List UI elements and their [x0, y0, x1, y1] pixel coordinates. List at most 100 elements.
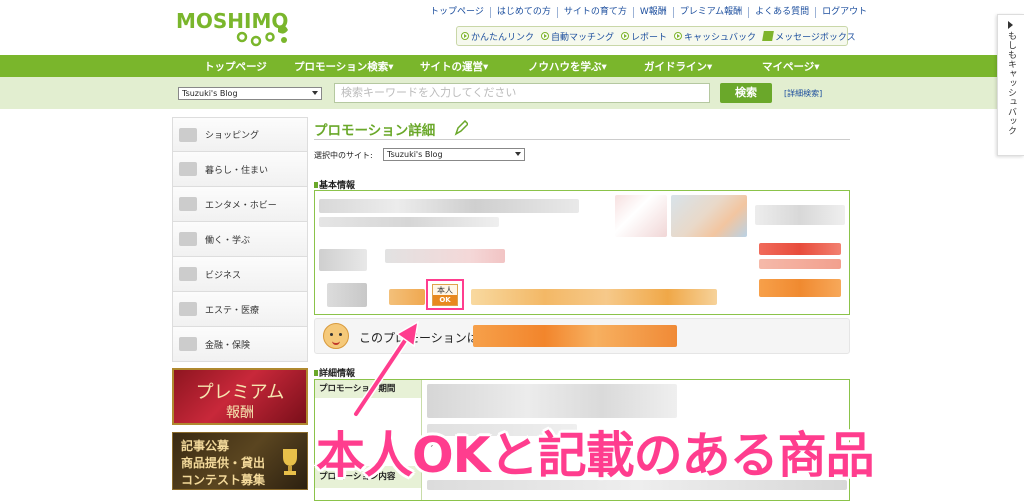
quick-link-label: かんたんリンク — [471, 32, 535, 43]
blurred-content — [319, 217, 499, 227]
page-title: プロモーション詳細 — [314, 123, 436, 139]
desk-icon — [179, 232, 197, 246]
nav-knowhow[interactable]: ノウハウを学ぶ▾ — [528, 59, 607, 74]
blurred-content — [759, 279, 841, 297]
moshimo-logo[interactable]: MOSHIMO — [174, 6, 299, 50]
title-divider — [314, 139, 850, 140]
banner-line: コンテスト募集 — [181, 473, 266, 487]
quick-link-label: レポート — [631, 32, 668, 43]
nav-site-management[interactable]: サイトの運営▾ — [420, 59, 488, 74]
notice-text: このプロモーションは — [359, 331, 479, 345]
top-links: トップページ はじめての方 サイトの育て方 W報酬 プレミアム報酬 よくある質問… — [424, 7, 873, 18]
category-shopping[interactable]: ショッピング — [172, 117, 308, 152]
category-label: 働く・学ぶ — [205, 235, 251, 246]
category-finance[interactable]: 金融・保険 — [172, 327, 308, 362]
honnin-ok-badge: 本人 OK — [432, 284, 458, 306]
blurred-content — [615, 195, 667, 237]
category-entertainment[interactable]: エンタメ・ホビー — [172, 187, 308, 222]
briefcase-icon — [179, 267, 197, 281]
search-bar: Tsuzuki's Blog 検索キーワードを入力してください 検索 [詳細検索… — [0, 77, 1024, 109]
badge-bottom: OK — [433, 295, 457, 305]
honnin-ok-badge-highlight: 本人 OK — [426, 279, 464, 310]
header: MOSHIMO トップページ はじめての方 サイトの育て方 W報酬 プレミアム報… — [0, 0, 1024, 55]
category-label: ビジネス — [205, 270, 242, 281]
quick-link-label: 自動マッチング — [551, 32, 615, 43]
detail-info-heading: 詳細情報 — [314, 366, 355, 379]
category-label: 暮らし・住まい — [205, 165, 269, 176]
mascot-face-icon — [323, 323, 349, 349]
play-icon — [621, 32, 630, 40]
cashback-side-tab[interactable]: もしもキャッシュバック — [997, 14, 1024, 156]
banner-line: 記事公募 — [181, 439, 230, 453]
category-label: エステ・医療 — [205, 305, 260, 316]
selected-site-value: Tsuzuki's Blog — [387, 150, 443, 159]
cart-icon — [179, 127, 197, 142]
global-nav: トップページ プロモーション検索▾ サイトの運営▾ ノウハウを学ぶ▾ ガイドライ… — [0, 55, 1024, 77]
quick-link-messages[interactable]: メッセージボックス — [762, 30, 856, 43]
quick-link-cashback[interactable]: キャッシュバック — [674, 30, 756, 43]
nav-promotion-search[interactable]: プロモーション検索▾ — [294, 59, 394, 74]
pencil-icon — [454, 120, 468, 136]
blurred-content — [473, 325, 677, 347]
quick-links: かんたんリンク 自動マッチング レポート キャッシュバック メッセージボックス — [456, 26, 856, 46]
blurred-content — [319, 249, 367, 271]
category-label: エンタメ・ホビー — [205, 200, 277, 211]
logout-link[interactable]: ログアウト — [815, 7, 873, 18]
side-tab-label: もしもキャッシュバック — [1006, 31, 1016, 136]
basic-info-box — [314, 190, 850, 315]
money-icon — [179, 337, 197, 351]
film-icon — [179, 197, 197, 211]
category-label: 金融・保険 — [205, 340, 251, 351]
category-work-study[interactable]: 働く・学ぶ — [172, 222, 308, 257]
top-link[interactable]: はじめての方 — [489, 7, 557, 18]
quick-link-easy[interactable]: かんたんリンク — [461, 30, 534, 43]
chevron-down-icon — [312, 91, 318, 95]
quick-link-label: メッセージボックス — [775, 32, 856, 43]
play-icon — [461, 32, 469, 40]
advanced-search-link[interactable]: [詳細検索] — [784, 88, 822, 99]
nav-guideline[interactable]: ガイドライン▾ — [644, 59, 712, 74]
blurred-content — [327, 283, 367, 307]
nav-mypage[interactable]: マイページ▾ — [762, 59, 820, 74]
blurred-content — [755, 205, 845, 225]
trophy-icon — [283, 449, 297, 475]
top-link[interactable]: プレミアム報酬 — [672, 7, 748, 18]
category-sidebar: ショッピング 暮らし・住まい エンタメ・ホビー 働く・学ぶ ビジネス エステ・医… — [172, 117, 308, 362]
top-link[interactable]: W報酬 — [632, 7, 673, 18]
chevron-down-icon — [515, 152, 521, 156]
category-beauty-medical[interactable]: エステ・医療 — [172, 292, 308, 327]
contest-banner[interactable]: 記事公募 商品提供・貸出 コンテスト募集 — [172, 432, 308, 490]
banner-line: 商品提供・貸出 — [181, 456, 266, 470]
quick-link-label: キャッシュバック — [684, 32, 757, 43]
search-button[interactable]: 検索 — [720, 83, 772, 103]
blurred-content — [759, 243, 841, 255]
house-icon — [179, 162, 197, 176]
detail-row-label: プロモーション期間 — [315, 380, 421, 398]
quick-link-report[interactable]: レポート — [621, 30, 667, 43]
category-living[interactable]: 暮らし・住まい — [172, 152, 308, 187]
search-input[interactable]: 検索キーワードを入力してください — [334, 83, 710, 103]
annotation-caption: 本人OKと記載のある商品 — [316, 427, 875, 484]
premium-reward-banner[interactable]: プレミアム 報酬 — [172, 368, 308, 425]
blurred-content — [759, 259, 841, 269]
blurred-content — [671, 195, 747, 237]
play-icon — [541, 32, 550, 40]
category-business[interactable]: ビジネス — [172, 257, 308, 292]
site-select[interactable]: Tsuzuki's Blog — [178, 87, 322, 100]
message-icon — [762, 31, 774, 41]
logo-text: MOSHIMO — [176, 9, 288, 33]
top-link[interactable]: サイトの育て方 — [556, 7, 633, 18]
top-link[interactable]: トップページ — [424, 7, 490, 18]
category-label: ショッピング — [205, 131, 260, 141]
blurred-content — [427, 384, 677, 418]
blurred-content — [389, 289, 425, 305]
site-select-value: Tsuzuki's Blog — [182, 89, 238, 98]
nav-top[interactable]: トップページ — [204, 59, 267, 74]
selected-site-select[interactable]: Tsuzuki's Blog — [383, 148, 525, 161]
page: MOSHIMO トップページ はじめての方 サイトの育て方 W報酬 プレミアム報… — [0, 0, 1024, 501]
play-icon — [1008, 21, 1013, 29]
banner-line: プレミアム — [195, 382, 285, 403]
top-link[interactable]: よくある質問 — [748, 7, 815, 18]
quick-link-matching[interactable]: 自動マッチング — [541, 30, 614, 43]
selected-site-label: 選択中のサイト: — [314, 151, 373, 160]
